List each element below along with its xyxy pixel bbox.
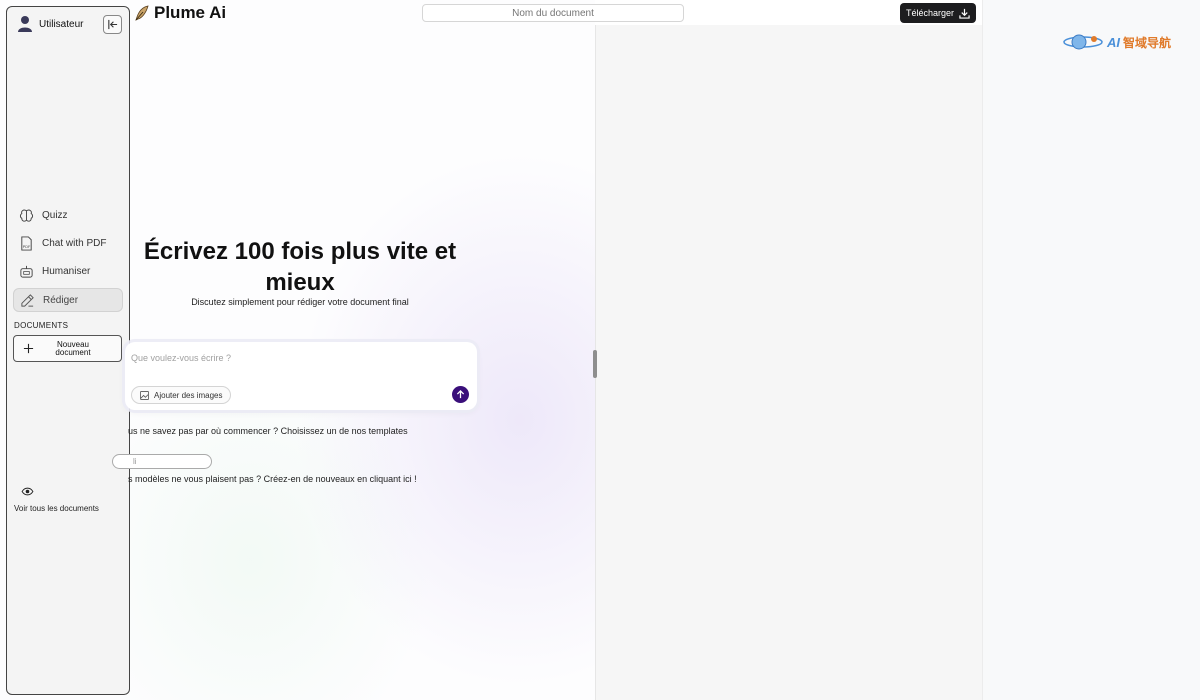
svg-text:PDF: PDF <box>23 245 31 249</box>
documents-heading: DOCUMENTS <box>14 321 69 330</box>
send-button[interactable] <box>452 386 469 403</box>
user-label: Utilisateur <box>39 18 84 30</box>
document-preview-pane <box>595 25 982 700</box>
sidebar-item-label: Quizz <box>42 209 68 221</box>
sidebar-item-label: Chat with PDF <box>42 237 107 249</box>
templates-prompt-text: us ne savez pas par où commencer ? Chois… <box>128 426 408 436</box>
add-images-label: Ajouter des images <box>154 390 223 400</box>
app-brand: Plume Ai <box>134 3 226 23</box>
brain-icon <box>19 209 34 222</box>
sidebar-item-label: Humaniser <box>42 265 91 277</box>
download-button[interactable]: Télécharger <box>900 3 976 23</box>
watermark-latin: AI <box>1107 34 1120 50</box>
feather-pen-icon <box>135 5 149 21</box>
pdf-file-icon: PDF <box>21 235 32 251</box>
arrow-up-icon <box>456 390 465 399</box>
document-name-input[interactable] <box>422 4 684 22</box>
sidebar-item-chat-with-pdf[interactable]: PDF Chat with PDF <box>13 231 123 255</box>
sidebar-item-quizz[interactable]: Quizz <box>13 203 123 227</box>
sidebar-item-humaniser[interactable]: Humaniser <box>13 259 123 283</box>
eye-icon <box>21 487 34 496</box>
robot-icon <box>20 265 33 278</box>
right-margin-area <box>982 0 1200 700</box>
new-document-button[interactable]: Nouveau document <box>13 335 122 362</box>
prompt-input[interactable] <box>131 351 431 365</box>
sidebar-item-rediger[interactable]: Rédiger <box>13 288 123 312</box>
new-document-label: Nouveau document <box>55 339 91 357</box>
globe-logo-icon <box>1063 34 1103 50</box>
pane-resize-handle[interactable] <box>593 350 597 378</box>
collapse-sidebar-button[interactable] <box>103 15 122 34</box>
watermark-logo: AI 智域导航 <box>1062 32 1171 52</box>
pencil-icon <box>21 293 34 307</box>
user-avatar-icon <box>18 16 32 32</box>
add-images-button[interactable]: Ajouter des images <box>131 386 232 404</box>
plus-icon <box>23 343 34 354</box>
prompt-box: Ajouter des images <box>125 342 477 410</box>
image-icon <box>140 390 149 400</box>
collapse-left-icon <box>108 19 118 30</box>
download-label: Télécharger <box>905 8 955 18</box>
watermark-cn: 智域导航 <box>1123 35 1172 50</box>
view-all-documents-label: Voir tous les documents <box>14 504 99 513</box>
sidebar-item-label: Rédiger <box>43 294 79 306</box>
sidebar: Utilisateur Quizz PDF Chat with PDF Huma… <box>6 6 130 695</box>
hero-title: Écrivez 100 fois plus vite et mieux <box>143 238 457 296</box>
view-all-documents-link[interactable]: Voir tous les documents <box>14 487 124 513</box>
template-search-input[interactable]: li <box>112 454 212 469</box>
download-icon <box>959 8 970 19</box>
create-template-link[interactable]: s modèles ne vous plaisent pas ? Créez-e… <box>128 474 417 484</box>
app-brand-name: Plume Ai <box>154 3 227 22</box>
hero-subtitle: Discutez simplement pour rédiger votre d… <box>191 297 409 307</box>
user-profile[interactable]: Utilisateur <box>17 15 83 33</box>
